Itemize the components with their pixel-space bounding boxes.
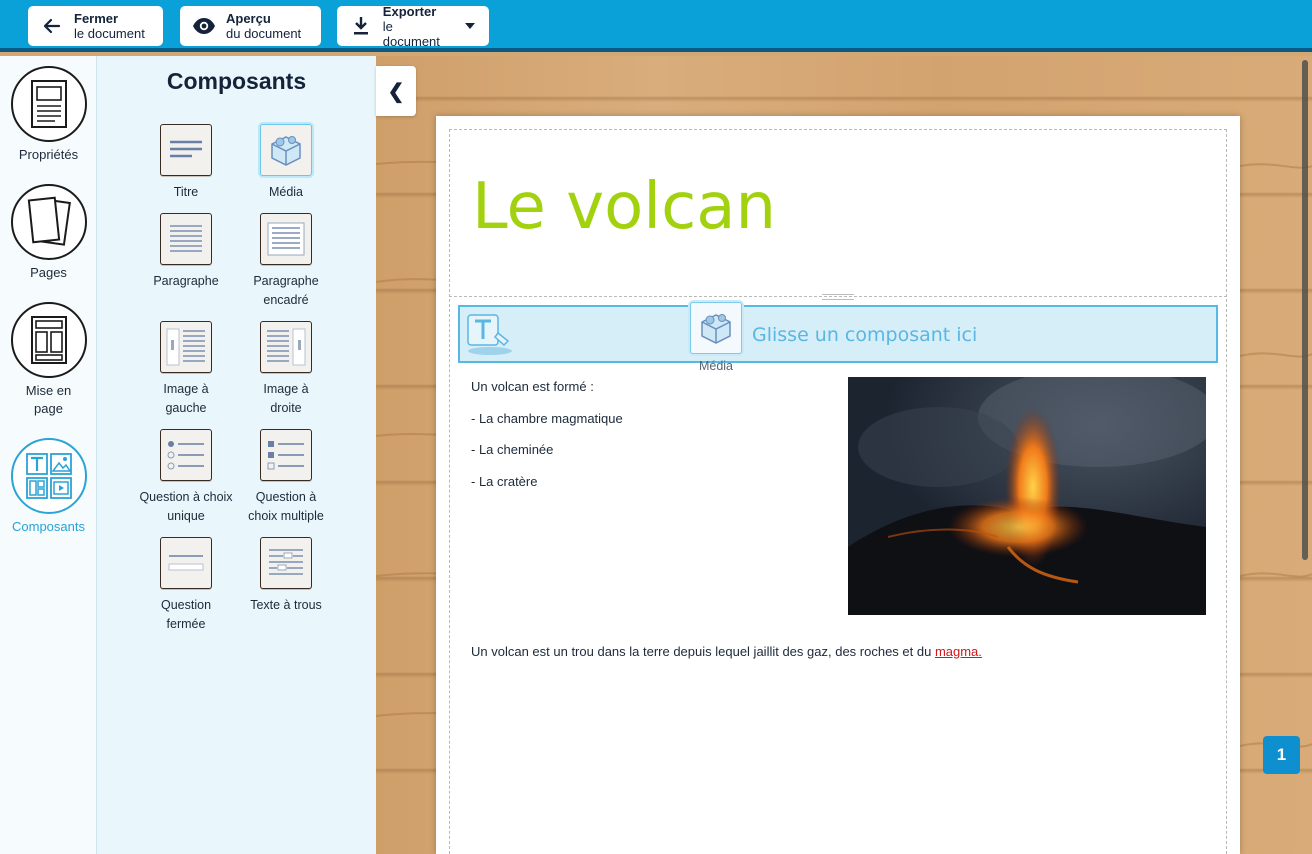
dragged-component-label: Média <box>698 359 734 373</box>
collapse-panel-button[interactable]: ❮ <box>376 66 416 116</box>
document-page: Le volcan Glisse un composant ici Média … <box>436 116 1240 854</box>
nav-components-label: Composants <box>12 519 85 534</box>
component-label: Média <box>268 185 304 199</box>
paragraph-icon <box>160 213 212 265</box>
top-toolbar: Fermer le document Aperçu du document Expo… <box>0 0 1312 52</box>
component-label: Paragraphe encadré <box>253 274 319 307</box>
volcano-photo <box>848 377 1206 615</box>
chevron-down-icon[interactable] <box>465 23 475 29</box>
export-label-2: le document <box>382 18 440 49</box>
component-label: Image à droite <box>263 382 309 415</box>
component-label: Texte à trous <box>250 598 322 612</box>
download-icon <box>349 14 373 38</box>
nav-layout[interactable]: Mise en page <box>0 302 97 418</box>
nav-properties-label: Propriétés <box>18 147 79 162</box>
arrow-left-icon <box>40 14 64 38</box>
nav-layout-label: Mise en page <box>25 383 72 416</box>
preview-label-1: Aperçu <box>226 11 271 26</box>
eye-icon <box>192 14 216 38</box>
nav-pages-label: Pages <box>30 265 67 280</box>
component-label: Question à choix unique <box>139 490 233 523</box>
component-fill-in-blanks[interactable]: Texte à trous <box>236 537 336 615</box>
framed-paragraph-icon <box>260 213 312 265</box>
nav-components[interactable]: Composants <box>0 438 97 536</box>
drop-zone-hint: Glisse un composant ici <box>752 324 978 346</box>
component-single-choice[interactable]: Question à choix unique <box>136 429 236 526</box>
image-left-icon <box>160 321 212 373</box>
component-label: Image à gauche <box>163 382 209 415</box>
component-label: Question à choix multiple <box>248 490 324 523</box>
component-title[interactable]: Titre <box>136 124 236 202</box>
export-document-button[interactable]: Exporter le document <box>337 3 489 49</box>
page-number-badge[interactable]: 1 <box>1263 736 1300 774</box>
preview-document-button[interactable]: Aperçu du document <box>180 6 321 46</box>
preview-label-2: du document <box>226 26 302 41</box>
component-framed-paragraph[interactable]: Paragraphe encadré <box>236 213 336 310</box>
list-item: - La cheminée <box>471 442 554 457</box>
component-image-right[interactable]: Image à droite <box>236 321 336 418</box>
panel-title: Composants <box>166 68 307 94</box>
media-icon <box>260 124 312 176</box>
pages-icon <box>10 184 87 260</box>
list-intro: Un volcan est formé : <box>471 379 594 394</box>
image-right-icon <box>260 321 312 373</box>
drop-zone[interactable]: Glisse un composant ici <box>458 305 1218 363</box>
component-media[interactable]: Média <box>236 124 336 202</box>
magma-link[interactable]: magma. <box>935 644 982 659</box>
components-icon <box>10 438 87 514</box>
component-multiple-choice[interactable]: Question à choix multiple <box>236 429 336 526</box>
document-title[interactable]: Le volcan <box>472 170 776 244</box>
component-label: Paragraphe <box>153 274 219 288</box>
dragged-media-component[interactable] <box>690 302 742 354</box>
component-paragraph[interactable]: Paragraphe <box>136 213 236 291</box>
components-panel: Composants Titre Média Paragraphe Paragr… <box>97 56 376 854</box>
component-label: Question fermée <box>160 598 212 631</box>
properties-icon <box>10 66 87 142</box>
vertical-scrollbar[interactable] <box>1302 60 1308 560</box>
paragraph-body: Un volcan est un trou dans la terre depu… <box>471 644 935 659</box>
list-text-block[interactable]: Un volcan est formé : - La chambre magma… <box>471 378 831 504</box>
title-block[interactable]: Le volcan <box>449 129 1227 297</box>
close-label-2: le document <box>74 26 145 41</box>
layout-icon <box>10 302 87 378</box>
multiple-choice-icon <box>260 429 312 481</box>
volcano-image[interactable] <box>848 377 1206 615</box>
text-component-icon <box>467 314 512 355</box>
left-navigation: Propriétés Pages Mise en page Composants <box>0 56 97 854</box>
single-choice-icon <box>160 429 212 481</box>
export-label-1: Exporter <box>382 3 437 19</box>
nav-pages[interactable]: Pages <box>0 184 97 282</box>
list-item: - La chambre magmatique <box>471 410 623 426</box>
component-label: Titre <box>173 185 199 199</box>
close-label-1: Fermer <box>74 11 119 26</box>
media-icon <box>701 314 731 344</box>
list-item: - La cratère <box>471 473 538 489</box>
closed-question-icon <box>160 537 212 589</box>
paragraph-text[interactable]: Un volcan est un trou dans la terre depu… <box>471 644 982 659</box>
fill-in-blanks-icon <box>260 537 312 589</box>
component-image-left[interactable]: Image à gauche <box>136 321 236 418</box>
title-icon <box>160 124 212 176</box>
close-document-button[interactable]: Fermer le document <box>28 6 163 46</box>
nav-properties[interactable]: Propriétés <box>0 66 97 164</box>
component-closed-question[interactable]: Question fermée <box>136 537 236 634</box>
